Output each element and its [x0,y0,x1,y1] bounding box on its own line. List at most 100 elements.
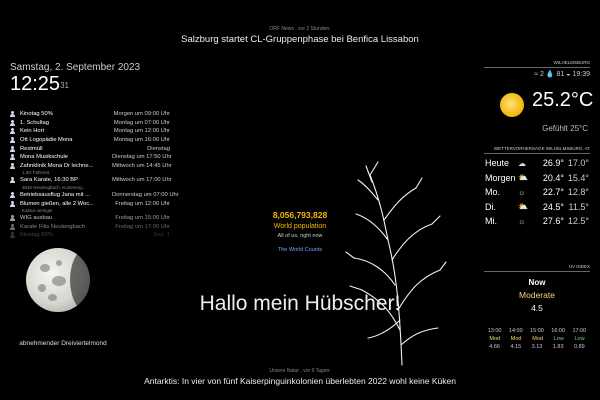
calendar-event-time: Freitag um 17:00 Uhr [115,223,170,230]
plant-decoration [345,161,447,366]
calendar-event-title: Zahnklinik Mona Dr lechne... [20,162,94,169]
uv-now-label: Now [528,278,546,287]
calendar-event-title: Karate Fitis Neulengbach [20,223,86,230]
forecast-row: Heute ☁ 26.9° 17.0° [485,156,589,171]
uv-hour-level: Low [553,336,564,342]
clock-time: 12:2531 [10,73,140,95]
calendar-event: Zahnklinik Mona Dr lechne... Mittwoch um … [10,162,172,171]
calendar-event-title-wrap: Sara Karate, 16:30 BP [10,177,79,184]
calendar-event-title-wrap: Kinotag 50% [10,232,53,239]
forecast-high: 20.4° [542,172,564,183]
news-source: Unsere Natur , vor 9 Tagen: [269,368,331,374]
people-icon [10,145,17,152]
uv-hour: 13:00 [487,328,502,334]
uv-hour-value: 4.66 [489,344,500,350]
sunset-time: 19:39 [572,71,590,78]
calendar-event: Kein Hort Montag um 12:00 Uhr [10,127,170,136]
forecast-high: 26.9° [542,158,564,169]
uv-levels-row: Mod Mod Mod Low Low [484,335,590,343]
calendar-event-title-wrap: Betriebsausflug Jana mit ... [10,192,90,199]
forecast-row: Mi. ☼ 27.6° 12.5° [485,214,589,229]
forecast-high: 22.7° [542,187,564,198]
calendar-event-time: Freitag um 15:00 Uhr [115,215,170,222]
uv-hour: 15:00 [530,328,544,334]
calendar-event-title-wrap: Mona Musikschule [10,154,68,161]
forecast-low: 12.5° [567,216,589,227]
uv-now: Now Moderate 4.5 [484,278,590,313]
calendar-event-title: Restmüll [20,145,43,152]
calendar-event: Sara Karate, 16:30 BP Mittwoch um 17:00 U… [10,176,172,185]
people-icon [10,177,17,184]
people-icon [10,154,17,161]
uv-hour: 14:00 [508,328,523,334]
humidity-icon: 💧 [545,71,555,78]
calendar-event-title: Kein Hort [20,128,45,135]
forecast-header: WETTERVORHERSAGE WILHELMSBURG, AT [484,146,590,154]
people-icon [10,232,17,239]
forecast-low: 17.0° [567,158,589,169]
news-headline[interactable]: Salzburg startet CL-Gruppenphase bei Ben… [0,34,600,45]
people-icon [10,223,17,230]
calendar-event-title: Sara Karate, 16:30 BP [20,177,79,184]
calendar-event-time: Donnerstag um 07:00 Uhr [112,192,179,199]
calendar-event-title-wrap: WIG ausbau [10,215,53,222]
sun-icon: ☼ [518,187,526,197]
news-source: ORF News , vor 2 Stunden: [269,26,331,32]
forecast-low: 15.4° [567,172,589,183]
forecast-day: Morgen [485,172,516,183]
weather-details-line: ≈ 2 💧 81 ◒ 19:39 [484,70,590,78]
wind-icon: ≈ [534,71,539,78]
forecast-high: 24.5° [542,201,564,212]
forecast-table: Heute ☁ 26.9° 17.0° Morgen ⛅ 20.4° 15.4° Mo. ☼ 22.… [485,156,589,229]
wind-speed: 2 [540,71,544,78]
current-temperature: 25.2°C [532,89,594,111]
forecast-low: 12.8° [567,187,589,198]
uv-level: Moderate [519,290,555,300]
forecast-day: Mo. [485,187,501,198]
calendar-event-time: Freitag um 12:00 Uhr [115,200,170,207]
calendar-event-title: Betriebsausflug Jana mit ... [20,192,90,199]
uv-hour-value: 3.13 [531,344,543,350]
forecast-row: Morgen ⛅ 20.4° 15.4° [485,171,589,186]
calendar-event-title-wrap: Kein Hort [10,128,45,135]
uv-hour-level: Mod [510,336,522,342]
uv-hour-level: Low [574,336,585,342]
forecast-day: Heute [485,158,510,169]
clock-hours-minutes: 12:25 [10,73,61,95]
calendar-event-time: Montag um 12:00 Uhr [113,128,170,135]
calendar-event-time: Montag um 07:00 Uhr [113,119,170,126]
calendar-event-time: Sep. 1 [153,232,170,239]
forecast-high: 27.6° [542,216,564,227]
uv-hourly-table: 13:00 14:00 15:00 16:00 17:00 Mod Mod Mod Low Low… [484,327,590,351]
calendar-event-time: Mittwoch um 14:45 Uhr [112,162,172,169]
uv-hour: 17:00 [572,328,587,334]
calendar-event-title-wrap: Karate Fitis Neulengbach [10,223,86,230]
calendar-event: Betriebsausflug Jana mit ... Donnerstag u… [10,191,179,200]
calendar-event-time: Mittwoch um 17:00 Uhr [112,177,172,184]
calendar-event-title-wrap: Blumen gießen, alle 2 Woc... [10,200,95,207]
calendar-event-time: Montag um 16:00 Uhr [113,137,170,144]
calendar-event-title-wrap: Ott Logopädie Mona [10,137,73,144]
people-icon [10,200,17,207]
calendar-event: Kinotag 50% Morgen um 09:00 Uhr [10,110,170,119]
uv-hour-level: Mod [532,336,543,342]
people-icon [10,128,17,135]
calendar-event: 1. Schultag Montag um 07:00 Uhr [10,119,170,128]
news-feed-top: ORF News , vor 2 Stunden: Salzburg start… [0,26,600,45]
news-headline[interactable]: Antarktis: In vier von fünf Kaiserpingui… [0,376,600,386]
calendar-event-title: Blumen gießen, alle 2 Woc... [20,200,95,207]
calendar-event-title-wrap: 1. Schultag [10,119,49,126]
calendar-event-title: WIG ausbau [20,215,53,222]
forecast-low: 11.5° [568,201,589,212]
people-icon [10,137,17,144]
uv-values-row: 4.66 4.15 3.13 1.83 0.89 [484,343,590,351]
sun-icon [500,93,524,117]
people-icon [10,111,17,118]
uv-index-header: UV INDEX [484,264,590,272]
cloud-sun-icon: ⛅ [518,202,528,212]
uv-hour-value: 1.83 [552,344,564,350]
humidity-value: 81 [556,71,565,78]
forecast-row: Mo. ☼ 22.7° 12.8° [485,185,589,200]
people-icon [10,162,17,169]
calendar-event: Restmüll Dienstag [10,144,170,153]
